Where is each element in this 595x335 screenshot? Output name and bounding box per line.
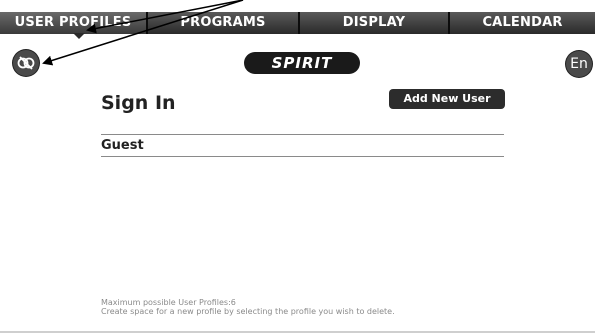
footer-info: Maximum possible User Profiles:6 Create … (101, 298, 395, 316)
spirit-logo: SPIRIT (244, 52, 360, 74)
profile-list: Guest (101, 134, 504, 157)
tab-programs[interactable]: PROGRAMS (148, 12, 300, 34)
max-profiles-text: Maximum possible User Profiles:6 (101, 298, 236, 307)
tab-user-profiles[interactable]: USER PROFILES (0, 12, 148, 34)
tab-display[interactable]: DISPLAY (300, 12, 450, 34)
top-tab-bar: USER PROFILES PROGRAMS DISPLAY CALENDAR (0, 12, 595, 34)
exit-icon (17, 56, 35, 70)
language-button[interactable]: En (566, 51, 592, 77)
tab-calendar[interactable]: CALENDAR (450, 12, 595, 34)
delete-hint-text: Create space for a new profile by select… (101, 307, 395, 316)
annotation-overlay (42, 0, 244, 66)
add-new-user-button[interactable]: Add New User (389, 89, 505, 109)
bottom-divider (0, 331, 595, 333)
profile-item-guest[interactable]: Guest (101, 135, 504, 157)
exit-button[interactable] (13, 50, 39, 76)
active-tab-pointer (73, 33, 85, 39)
page-title: Sign In (101, 92, 176, 114)
